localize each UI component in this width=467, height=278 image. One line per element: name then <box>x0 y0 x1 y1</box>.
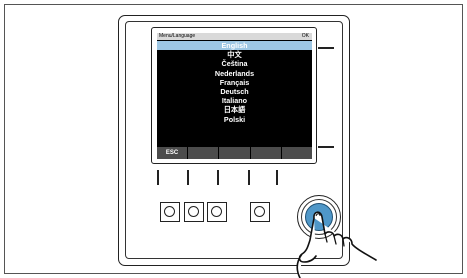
scroll-up-mark <box>318 47 334 49</box>
push-button-4[interactable] <box>250 202 270 222</box>
softkey-esc[interactable]: ESC <box>157 147 188 159</box>
push-button-2[interactable] <box>184 202 204 222</box>
button-ring-icon <box>254 206 265 217</box>
language-option-french[interactable]: Français <box>157 78 312 87</box>
display-screen: Menu/Language OK English 中文 Čeština Nede… <box>157 33 312 159</box>
language-option-dutch[interactable]: Nederlands <box>157 69 312 78</box>
push-button-1[interactable] <box>160 202 180 222</box>
key-indicator-2 <box>187 170 189 185</box>
language-option-italian[interactable]: Italiano <box>157 96 312 105</box>
ok-label[interactable]: OK <box>302 33 309 40</box>
key-indicator-5 <box>276 170 278 185</box>
softkey-5[interactable] <box>281 147 312 159</box>
softkey-bar: ESC <box>157 147 312 159</box>
language-option-german[interactable]: Deutsch <box>157 87 312 96</box>
key-indicator-4 <box>248 170 250 185</box>
language-option-czech[interactable]: Čeština <box>157 59 312 68</box>
push-button-3[interactable] <box>207 202 227 222</box>
key-indicator-1 <box>157 170 159 185</box>
scroll-down-mark <box>318 146 334 148</box>
softkey-3[interactable] <box>219 147 250 159</box>
pointing-hand-icon <box>296 211 377 278</box>
language-option-english[interactable]: English <box>157 41 312 51</box>
menu-path: Menu/Language <box>159 33 196 39</box>
button-ring-icon <box>164 206 175 217</box>
language-list: English 中文 Čeština Nederlands Français D… <box>157 41 312 124</box>
language-option-chinese[interactable]: 中文 <box>157 50 312 59</box>
softkey-2[interactable] <box>188 147 219 159</box>
language-option-japanese[interactable]: 日本語 <box>157 105 312 114</box>
key-indicator-3 <box>217 170 219 185</box>
screen-title-bar: Menu/Language OK <box>157 33 312 40</box>
language-option-polish[interactable]: Polski <box>157 115 312 124</box>
softkey-4[interactable] <box>250 147 281 159</box>
button-ring-icon <box>211 206 222 217</box>
button-ring-icon <box>188 206 199 217</box>
